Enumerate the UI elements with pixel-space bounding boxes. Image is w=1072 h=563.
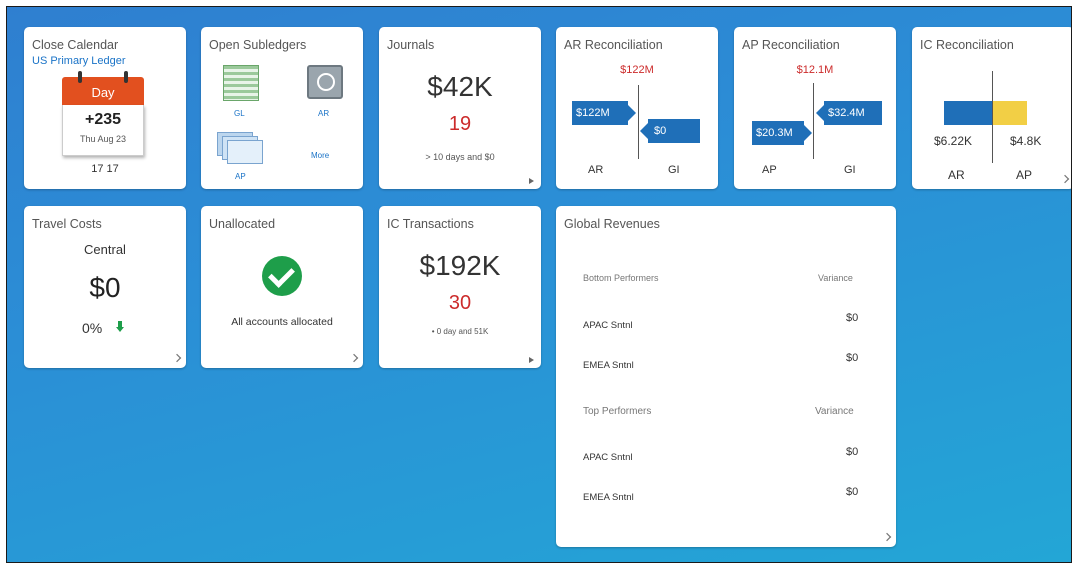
list-item-value: $0 [846,312,859,324]
global-revenues-tile[interactable]: Global Revenues Bottom Performers Varian… [556,206,896,547]
tile-title: IC Transactions [387,217,474,231]
journals-note: > 10 days and $0 [425,152,495,162]
ic-transactions-count: 30 [448,292,472,314]
travel-percent: 0% [82,320,103,336]
ic-ar-value: $6.22K [934,134,973,148]
dashboard-canvas: Close Calendar US Primary Ledger Day +23… [6,6,1072,563]
gl-bar-value: $32.4M [828,107,865,119]
ap-axis-label: AP [762,164,777,176]
ap-reconciliation-tile[interactable]: AP Reconciliation $12.1M $20.3M $32.4M A… [734,27,896,189]
subledger-ap-label[interactable]: AP [235,172,246,181]
calendar-icon: Day +235 Thu Aug 23 [62,71,144,157]
list-item-value: $0 [846,352,859,364]
unallocated-message: All accounts allocated [231,316,333,328]
ap-recon-total: $12.1M [796,64,834,76]
ar-recon-total: $122M [620,64,654,76]
ic-ap-value: $4.8K [1010,134,1042,148]
ar-reconciliation-tile[interactable]: AR Reconciliation $122M $122M $0 AR GI [556,27,718,189]
travel-region: Central [84,242,126,257]
list-item-name: EMEA Sntnl [583,492,634,503]
tile-title: AR Reconciliation [564,38,663,52]
checkmark-icon [262,256,302,296]
ar-axis-label: AR [588,164,604,176]
travel-costs-tile[interactable]: Travel Costs Central $0 0% [24,206,186,368]
list-item-value: $0 [846,446,859,458]
subledger-gl-label[interactable]: GL [234,109,245,118]
ic-ar-bar [944,101,992,125]
list-item-name: APAC Sntnl [583,320,633,331]
ic-transactions-amount: $192K [419,250,501,281]
tile-title: Close Calendar [32,38,119,52]
more-arrow-icon[interactable] [529,357,534,363]
journals-tile[interactable]: Journals $42K 19 > 10 days and $0 [379,27,541,189]
tile-title: Unallocated [209,217,276,231]
bottom-performers-header: Bottom Performers [583,273,659,283]
subledger-more-link[interactable]: More [311,151,329,160]
recon-divider [813,83,814,159]
open-subledgers-tile[interactable]: Open Subledgers GL AR AP More [201,27,363,189]
gl-axis-label: GI [844,164,856,176]
resize-icon[interactable] [882,532,892,542]
list-item-name: APAC Sntnl [583,452,633,463]
recon-divider [638,85,639,159]
ic-ar-label: AR [948,168,965,182]
tile-title: IC Reconciliation [920,38,1014,52]
tile-title: AP Reconciliation [742,38,840,52]
resize-icon[interactable] [172,353,182,363]
calendar-count: 17 17 [91,163,119,175]
gl-axis-label: GI [668,164,680,176]
variance-header: Variance [818,273,853,283]
calendar-day-label: Day [91,85,115,100]
more-arrow-icon[interactable] [529,178,534,184]
tile-title: Global Revenues [564,217,660,231]
ic-transactions-tile[interactable]: IC Transactions $192K 30 • 0 day and 51K [379,206,541,368]
ar-safe-icon[interactable] [307,65,343,99]
close-calendar-tile[interactable]: Close Calendar US Primary Ledger Day +23… [24,27,186,189]
calendar-date: Thu Aug 23 [79,134,127,144]
tile-title: Travel Costs [32,217,102,231]
ap-bar-value: $20.3M [756,127,793,139]
ic-ap-label: AP [1016,168,1033,182]
ic-ap-bar [993,101,1027,125]
journals-count: 19 [448,113,472,135]
ic-transactions-note: • 0 day and 51K [431,327,489,336]
ar-bar-value: $122M [576,107,610,119]
gl-sheet-icon[interactable] [223,65,259,101]
ic-reconciliation-tile[interactable]: IC Reconciliation $6.22K $4.8K AR AP [912,27,1071,189]
tile-title: Journals [387,38,435,52]
travel-amount: $0 [89,272,121,303]
ledger-link[interactable]: US Primary Ledger [32,55,126,67]
variance-header: Variance [815,406,854,417]
list-item-name: EMEA Sntnl [583,360,634,371]
resize-icon[interactable] [349,353,359,363]
ap-cards-icon[interactable] [217,132,263,164]
top-performers-header: Top Performers [583,406,652,417]
tile-title: Open Subledgers [209,38,307,52]
calendar-day-value: +235 [84,111,122,128]
subledger-ar-label[interactable]: AR [318,109,329,118]
gl-bar-value: $0 [654,125,667,137]
resize-icon[interactable] [1060,174,1070,184]
unallocated-tile[interactable]: Unallocated All accounts allocated [201,206,363,368]
journals-amount: $42K [427,71,493,102]
list-item-value: $0 [846,486,859,498]
